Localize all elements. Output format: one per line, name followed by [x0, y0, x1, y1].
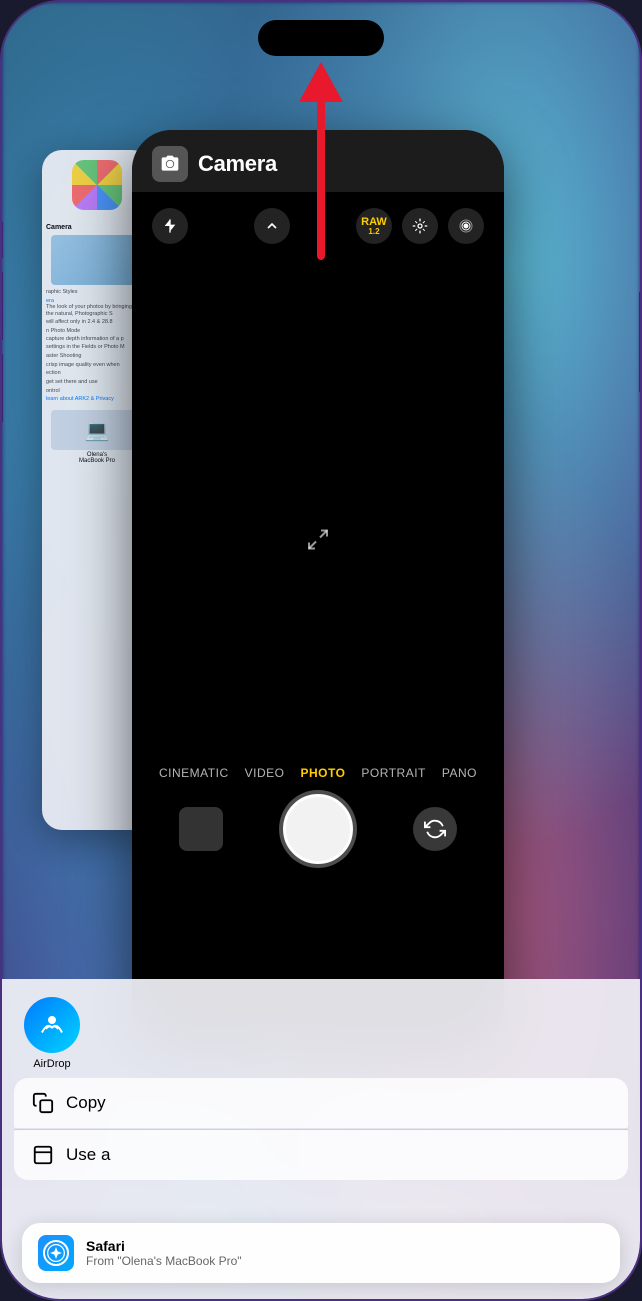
- share-apps-row: AirDrop: [2, 979, 640, 1078]
- safari-icon: [38, 1235, 74, 1271]
- camera-mode-selector: CINEMATIC VIDEO PHOTO PORTRAIT PANO: [132, 754, 504, 788]
- share-app-airdrop[interactable]: AirDrop: [22, 997, 82, 1070]
- copy-label: Copy: [66, 1093, 106, 1113]
- raw-button[interactable]: RAW1.2: [356, 208, 392, 244]
- camera-bottom-controls: CINEMATIC VIDEO PHOTO PORTRAIT PANO: [132, 754, 504, 892]
- laptop-thumbnail: 💻: [51, 410, 143, 450]
- arrow-shaft: [317, 100, 325, 260]
- raw-badge: RAW1.2: [361, 217, 387, 236]
- camera-right-controls: RAW1.2: [356, 208, 484, 244]
- dynamic-island: [258, 20, 384, 56]
- mode-video[interactable]: VIDEO: [245, 766, 285, 780]
- volume-up-button[interactable]: [0, 272, 3, 340]
- camera-app-icon: [152, 146, 188, 182]
- mode-cinematic[interactable]: CINEMATIC: [159, 766, 229, 780]
- airdrop-icon: [24, 997, 80, 1053]
- share-actions: Copy Use a: [2, 1078, 640, 1180]
- airdrop-label: AirDrop: [33, 1058, 70, 1070]
- mode-photo[interactable]: PHOTO: [300, 766, 345, 780]
- use-as-action-button[interactable]: Use a: [14, 1130, 628, 1180]
- chevron-up-button[interactable]: [254, 208, 290, 244]
- copy-action-button[interactable]: Copy: [14, 1078, 628, 1128]
- live-photo-button[interactable]: [448, 208, 484, 244]
- safari-compass-icon: [43, 1240, 69, 1266]
- instruction-arrow: [299, 62, 343, 260]
- handoff-app-name: Safari: [86, 1238, 242, 1254]
- photos-app-icon: [72, 160, 122, 210]
- handoff-bar[interactable]: Safari From "Olena's MacBook Pro": [22, 1223, 620, 1283]
- flash-button[interactable]: [152, 208, 188, 244]
- mute-button[interactable]: [0, 222, 3, 258]
- volume-down-button[interactable]: [0, 354, 3, 422]
- arrow-head: [299, 62, 343, 102]
- handoff-text: Safari From "Olena's MacBook Pro": [86, 1238, 242, 1268]
- flip-camera-button[interactable]: [413, 807, 457, 851]
- mode-portrait[interactable]: PORTRAIT: [361, 766, 425, 780]
- camera-app-card[interactable]: Camera: [132, 130, 504, 1050]
- camera-thumbnail-preview[interactable]: [179, 807, 223, 851]
- handoff-source: From "Olena's MacBook Pro": [86, 1254, 242, 1268]
- resize-indicator: [306, 528, 330, 557]
- camera-app-title: Camera: [198, 151, 277, 177]
- shutter-button[interactable]: [283, 794, 353, 864]
- stabilize-button[interactable]: [402, 208, 438, 244]
- phone-frame: Camera raphic Styles era The look of you…: [0, 0, 642, 1301]
- camera-shutter-row: [132, 788, 504, 872]
- mode-pano[interactable]: PANO: [442, 766, 477, 780]
- use-as-label: Use a: [66, 1145, 110, 1165]
- camera-viewfinder: RAW1.2: [132, 192, 504, 892]
